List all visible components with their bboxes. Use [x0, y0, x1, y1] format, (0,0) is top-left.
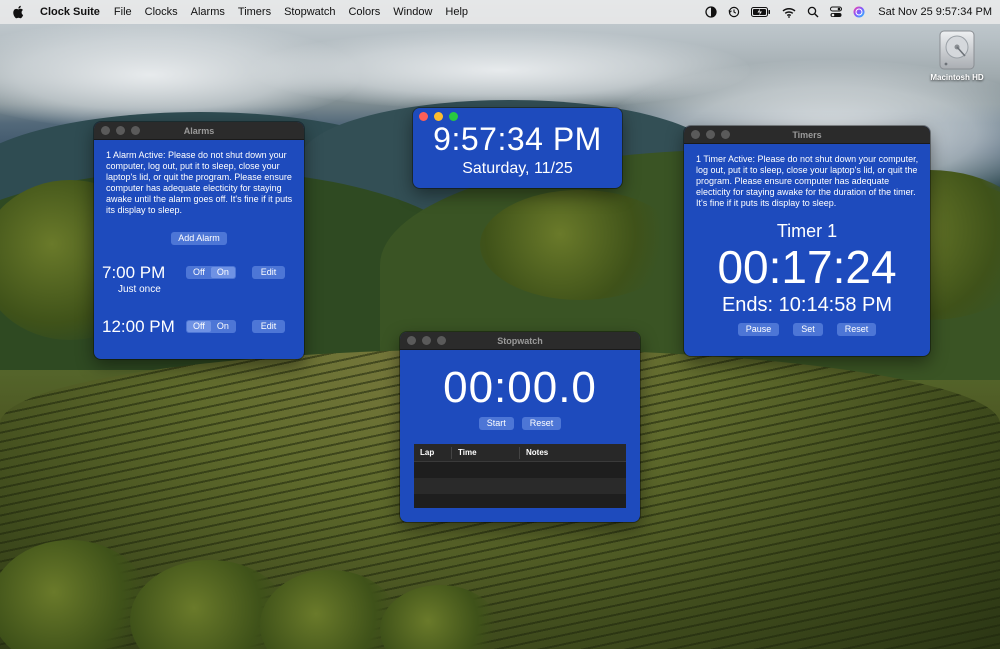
apple-menu-icon[interactable] — [12, 4, 26, 20]
alarm-time: 7:00 PM — [102, 263, 166, 282]
add-alarm-button[interactable]: Add Alarm — [171, 232, 227, 245]
table-row — [414, 478, 626, 494]
start-stopwatch-button[interactable]: Start — [478, 417, 514, 430]
alarm-row: 12:00 PM Off On Edit — [102, 317, 294, 341]
timer-end-time: Ends: 10:14:58 PM — [721, 294, 893, 316]
control-center-icon[interactable] — [830, 6, 843, 18]
stopwatch-titlebar[interactable]: Stopwatch — [400, 332, 640, 350]
spotlight-search-icon[interactable] — [807, 6, 819, 18]
close-button[interactable] — [691, 130, 700, 139]
hard-drive-icon — [939, 30, 975, 70]
time-machine-icon[interactable] — [728, 6, 740, 18]
stopwatch-window: Stopwatch 00:00.0 Start Reset Lap Time N… — [400, 332, 640, 522]
alarm-row: 7:00 PM Just once Off On Edit — [102, 263, 294, 297]
pause-timer-button[interactable]: Pause — [737, 323, 780, 336]
app-name-menu[interactable]: Clock Suite — [40, 6, 100, 18]
dark-mode-icon[interactable] — [705, 6, 717, 18]
column-header-lap[interactable]: Lap — [414, 446, 452, 459]
menu-bar: Clock Suite File Clocks Alarms Timers St… — [0, 0, 1000, 24]
set-timer-button[interactable]: Set — [793, 323, 823, 336]
minimize-button[interactable] — [116, 126, 125, 135]
zoom-button[interactable] — [449, 112, 458, 121]
menu-timers[interactable]: Timers — [238, 6, 271, 18]
alarm-active-notice: 1 Alarm Active: Please do not shut down … — [106, 150, 293, 215]
macintosh-hd-icon[interactable]: Macintosh HD — [928, 30, 986, 82]
close-button[interactable] — [407, 336, 416, 345]
alarm-toggle[interactable]: Off On — [186, 320, 236, 333]
lap-table-header: Lap Time Notes — [414, 444, 626, 462]
reset-stopwatch-button[interactable]: Reset — [521, 417, 562, 430]
menubar-clock[interactable]: Sat Nov 25 9:57:34 PM — [878, 6, 992, 18]
zoom-button[interactable] — [721, 130, 730, 139]
stopwatch-elapsed: 00:00.0 — [443, 363, 597, 412]
timer-remaining: 00:17:24 — [717, 241, 897, 293]
battery-icon[interactable] — [751, 7, 771, 17]
stopwatch-controls: Start Reset — [400, 417, 640, 430]
close-button[interactable] — [101, 126, 110, 135]
timers-titlebar[interactable]: Timers — [684, 126, 930, 144]
alarms-window: Alarms 1 Alarm Active: Please do not shu… — [94, 122, 304, 359]
menu-window[interactable]: Window — [393, 6, 432, 18]
minimize-button[interactable] — [706, 130, 715, 139]
menu-alarms[interactable]: Alarms — [191, 6, 225, 18]
alarm-on-option[interactable]: On — [211, 321, 235, 332]
lap-table[interactable]: Lap Time Notes — [414, 444, 626, 508]
column-header-time[interactable]: Time — [452, 446, 520, 459]
reset-timer-button[interactable]: Reset — [836, 323, 877, 336]
edit-alarm-button[interactable]: Edit — [252, 320, 285, 333]
alarm-off-option[interactable]: Off — [187, 267, 211, 278]
clock-window: 9:57:34 PM Saturday, 11/25 — [413, 108, 622, 188]
table-row — [414, 462, 626, 478]
edit-alarm-button[interactable]: Edit — [252, 266, 285, 279]
close-button[interactable] — [419, 112, 428, 121]
menu-help[interactable]: Help — [445, 6, 468, 18]
clock-time: 9:57:34 PM — [433, 121, 602, 157]
zoom-button[interactable] — [437, 336, 446, 345]
minimize-button[interactable] — [434, 112, 443, 121]
alarm-off-option[interactable]: Off — [187, 321, 211, 332]
alarm-repeat: Just once — [118, 284, 161, 295]
alarm-on-option[interactable]: On — [210, 267, 235, 278]
menu-colors[interactable]: Colors — [348, 6, 380, 18]
alarms-titlebar[interactable]: Alarms — [94, 122, 304, 140]
menu-clocks[interactable]: Clocks — [145, 6, 178, 18]
table-row — [414, 494, 626, 510]
alarm-time: 12:00 PM — [102, 317, 175, 336]
timer-active-notice: 1 Timer Active: Please do not shut down … — [696, 154, 919, 208]
alarm-toggle[interactable]: Off On — [186, 266, 236, 279]
wifi-icon[interactable] — [782, 7, 796, 18]
zoom-button[interactable] — [131, 126, 140, 135]
minimize-button[interactable] — [422, 336, 431, 345]
drive-label: Macintosh HD — [930, 73, 984, 82]
siri-icon[interactable] — [853, 6, 865, 18]
column-header-notes[interactable]: Notes — [520, 447, 626, 459]
clock-titlebar[interactable] — [413, 108, 622, 123]
timer-name: Timer 1 — [776, 221, 838, 241]
timer-controls: Pause Set Reset — [684, 323, 930, 336]
menu-file[interactable]: File — [114, 6, 132, 18]
menu-stopwatch[interactable]: Stopwatch — [284, 6, 335, 18]
clock-date: Saturday, 11/25 — [462, 160, 573, 177]
timers-window: Timers 1 Timer Active: Please do not shu… — [684, 126, 930, 356]
